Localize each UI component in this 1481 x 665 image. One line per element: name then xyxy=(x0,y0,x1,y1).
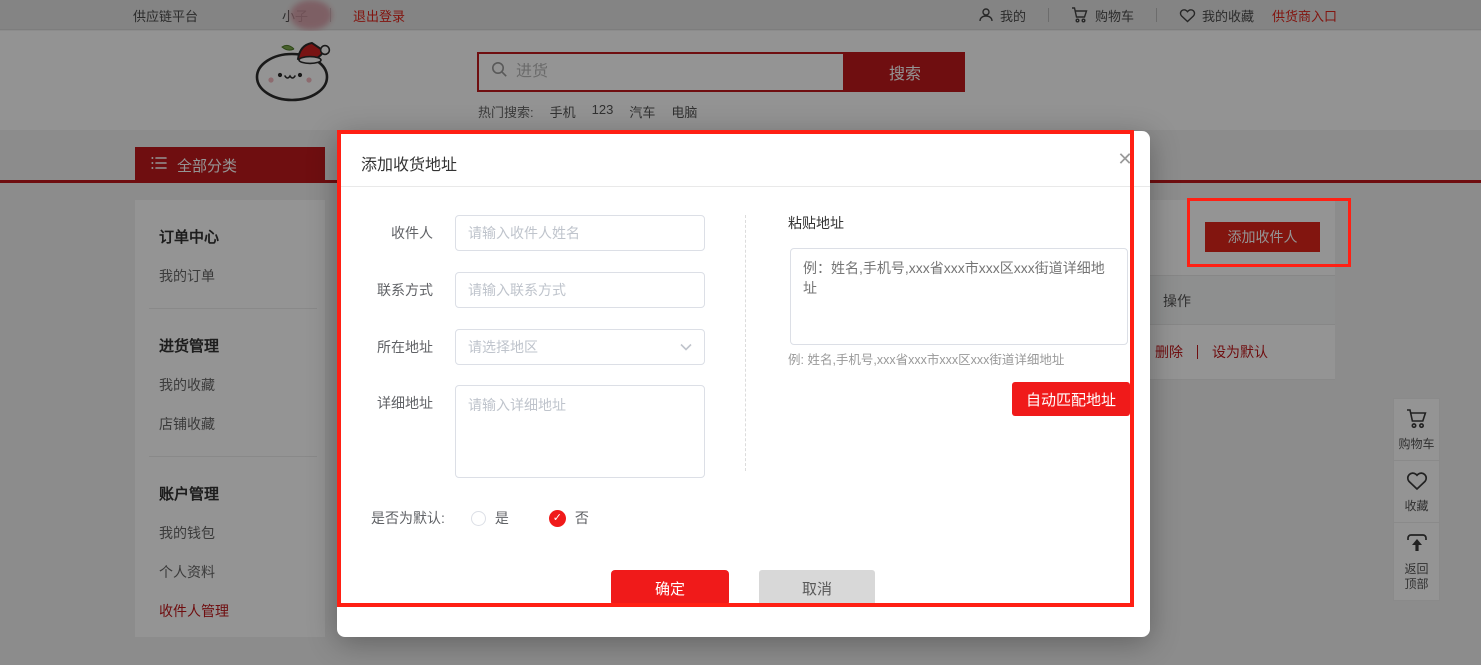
paste-address-hint: 例: 姓名,手机号,xxx省xxx市xxx区xxx街道详细地址 xyxy=(788,349,1064,368)
modal-header-divider xyxy=(337,186,1150,187)
recipient-label: 收件人 xyxy=(337,215,433,251)
radio-no-label[interactable]: 否 xyxy=(575,508,589,528)
auto-match-button[interactable]: 自动匹配地址 xyxy=(1012,382,1130,416)
paste-address-label: 粘贴地址 xyxy=(788,213,844,233)
add-address-modal: 添加收货地址 ✕ 收件人 联系方式 所在地址 请选择地区 详细地址 粘贴地址 例… xyxy=(337,131,1150,637)
region-select[interactable]: 请选择地区 xyxy=(455,329,705,365)
contact-input[interactable] xyxy=(455,272,705,308)
recipient-input[interactable] xyxy=(455,215,705,251)
radio-no-checked[interactable]: ✓ xyxy=(549,510,566,527)
detail-address-label: 详细地址 xyxy=(337,385,433,421)
chevron-down-icon xyxy=(680,338,692,356)
column-divider xyxy=(745,215,746,471)
paste-address-textarea[interactable] xyxy=(790,248,1128,345)
contact-label: 联系方式 xyxy=(337,272,433,308)
default-label: 是否为默认: xyxy=(371,508,445,528)
radio-yes-label[interactable]: 是 xyxy=(495,508,509,528)
close-icon[interactable]: ✕ xyxy=(1113,149,1137,170)
radio-yes[interactable] xyxy=(471,511,486,526)
region-select-placeholder: 请选择地区 xyxy=(468,337,538,357)
page: 供应链平台 小 子 退出登录 我的 购物车 xyxy=(0,0,1481,665)
detail-address-textarea[interactable] xyxy=(455,385,705,478)
region-label: 所在地址 xyxy=(337,329,433,365)
confirm-button[interactable]: 确定 xyxy=(611,570,729,606)
cancel-button[interactable]: 取消 xyxy=(759,570,875,606)
default-row: 是否为默认: 是 ✓ 否 xyxy=(371,508,589,528)
modal-title: 添加收货地址 xyxy=(361,151,457,175)
